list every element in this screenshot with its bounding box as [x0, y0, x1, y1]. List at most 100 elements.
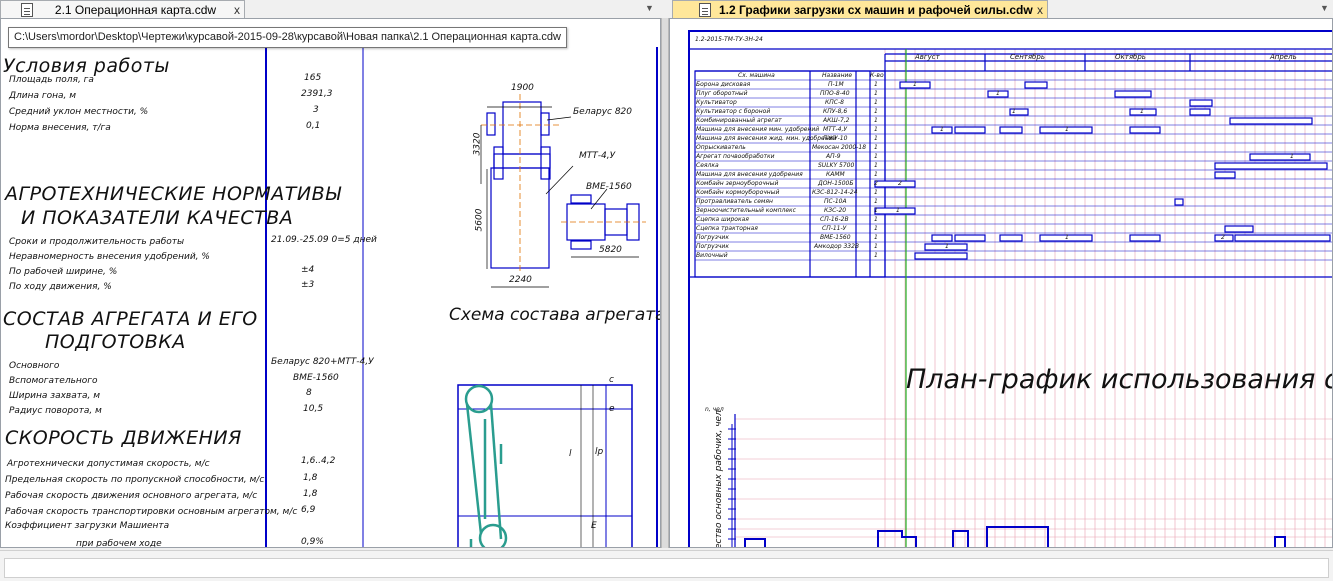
status-bar: [0, 550, 1333, 581]
row-machine: Вилочный: [696, 252, 728, 259]
dim-5820: 5820: [599, 245, 622, 255]
month-label: Октябрь: [1115, 53, 1146, 61]
row-qty: 1: [874, 252, 878, 259]
dim-5600: 5600: [474, 208, 485, 232]
row-value: 8: [306, 388, 312, 398]
schedule-grid-drawing: [688, 30, 1332, 547]
row-qty: 1: [874, 126, 878, 133]
row-label: Радиус поворота, м: [9, 406, 102, 416]
row-name: АП-9: [826, 153, 841, 160]
row-value: ВМЕ-1560: [293, 373, 339, 383]
tab-list-dropdown-icon[interactable]: ▼: [1320, 3, 1329, 13]
dim-2240: 2240: [509, 275, 532, 285]
bar-label: 1: [1065, 234, 1069, 241]
header-name: Название: [822, 72, 853, 79]
row-qty: 1: [874, 216, 878, 223]
bar-label: 1: [1140, 108, 1144, 115]
row-qty: 1: [874, 207, 878, 214]
month-label: Август: [915, 53, 940, 61]
row-name: КПУ-8,6: [823, 108, 848, 115]
tab-label: 2.1 Операционная карта.cdw: [54, 2, 217, 17]
right-drawing-viewport[interactable]: 1.2-2015-ТМ-ТУ-ЗН-24 Август Сентябрь Окт…: [669, 18, 1333, 548]
file-path-tooltip: C:\Users\mordor\Desktop\Чертежи\курсавой…: [8, 27, 567, 48]
row-name: КЗС-812-14-24: [812, 189, 858, 196]
row-qty: 1: [874, 81, 878, 88]
gantt-bars: [874, 81, 1331, 260]
row-label: Площадь поля, га: [9, 75, 94, 85]
callout-mtt: МТТ-4,У: [579, 151, 616, 161]
row-value: 10,5: [303, 404, 324, 414]
row-machine: Агрегат почвообработки: [696, 153, 775, 160]
row-value: Беларус 820+МТТ-4,У: [271, 357, 374, 367]
row-machine: Культиватор: [696, 99, 737, 106]
row-machine: Машина для внесения жид. мин. удобрений: [696, 135, 837, 142]
row-name: Амкодор 332В: [814, 243, 860, 250]
row-machine: Сеялка: [696, 162, 719, 169]
row-name: ПЖУ-10: [823, 135, 848, 142]
row-name: ПС-10А: [824, 198, 847, 205]
status-field: [4, 558, 1329, 578]
row-machine: Комбайн кормоуборочный: [696, 189, 780, 196]
scheme-heading: Схема состава агрегата: [449, 305, 661, 325]
document-icon: [699, 2, 711, 17]
row-qty: 2: [874, 180, 878, 187]
month-label: Апрель: [1270, 53, 1297, 61]
dim-1900: 1900: [511, 83, 534, 93]
row-qty: 1: [874, 198, 878, 205]
bar-label-2: 2: [1221, 234, 1225, 241]
tab-load-charts[interactable]: 1.2 Графики загрузки сх машин и рафочей …: [672, 0, 1048, 18]
corner-stamp: 1.2-2015-ТМ-ТУ-ЗН-24: [695, 36, 763, 43]
row-qty: 1: [874, 108, 878, 115]
scheme-label-e2: е: [609, 404, 615, 414]
agro-heading-line2: И ПОКАЗАТЕЛИ КАЧЕСТВА: [21, 207, 294, 229]
scheme-label-e: Е: [591, 521, 597, 531]
row-label: при рабочем ходе: [76, 539, 162, 548]
scheme-label-l: l: [569, 449, 572, 459]
row-label: Агротехнически допустимая скорость, м/с: [7, 459, 210, 469]
scheme-label-c: с: [609, 375, 614, 385]
header-machine: Сх. машина: [738, 72, 775, 79]
panel-splitter[interactable]: [661, 18, 669, 548]
left-drawing-viewport[interactable]: Условия работы Площадь поля, га 165 Длин…: [0, 18, 661, 548]
bar-label: 1: [1290, 153, 1294, 160]
tab-list-dropdown-icon[interactable]: ▼: [645, 3, 654, 13]
row-machine: Сцепка тракторная: [696, 225, 758, 232]
row-qty: 1: [874, 117, 878, 124]
row-value: 2391,3: [301, 89, 333, 99]
row-label: Средний уклон местности, %: [9, 107, 149, 117]
row-value: ±3: [301, 280, 315, 290]
row-qty: 1: [874, 243, 878, 250]
row-machine: Машина для внесения мин. удобрений: [696, 126, 820, 133]
tab-operational-card[interactable]: 2.1 Операционная карта.cdw x: [0, 0, 245, 18]
row-qty: 1: [874, 135, 878, 142]
row-qty: 1: [874, 90, 878, 97]
unit-heading-line2: ПОДГОТОВКА: [45, 331, 186, 353]
row-label: Предельная скорость по пропускной способ…: [5, 475, 265, 485]
row-name: ППО-8-40: [820, 90, 850, 97]
callout-bme: ВМЕ-1560: [586, 182, 632, 192]
movement-scheme: [457, 384, 633, 547]
row-qty: 1: [874, 234, 878, 241]
speed-heading: СКОРОСТЬ ДВИЖЕНИЯ: [5, 427, 242, 449]
plan-chart-title: План-график использования сель: [906, 364, 1332, 395]
dim-3320: 3320: [472, 132, 483, 156]
row-qty: 1: [874, 162, 878, 169]
row-name: КАММ: [826, 171, 845, 178]
row-name: Мекосан 2000-18: [812, 144, 867, 151]
unit-heading-line1: СОСТАВ АГРЕГАТА И ЕГО: [3, 308, 258, 330]
bar-label: 1: [913, 81, 917, 88]
close-icon[interactable]: x: [1033, 3, 1047, 17]
row-machine: Комбайн зерноуборочный: [696, 180, 779, 187]
row-value: 0,1: [306, 121, 321, 131]
bar-label: 1: [1012, 108, 1016, 115]
row-name: СП-16-2В: [820, 216, 849, 223]
row-qty: 1: [874, 99, 878, 106]
row-label: Рабочая скорость транспортировки основны…: [5, 507, 298, 517]
row-label: По рабочей ширине, %: [9, 267, 118, 277]
workers-axis-label: Количество основных рабочих, чел: [713, 410, 724, 548]
row-value: 6,9: [301, 505, 316, 515]
row-value: 1,8: [303, 489, 318, 499]
conditions-heading: Условия работы: [3, 55, 170, 77]
tab-label: 1.2 Графики загрузки сх машин и рафочей …: [719, 2, 1033, 17]
close-icon[interactable]: x: [230, 3, 244, 17]
